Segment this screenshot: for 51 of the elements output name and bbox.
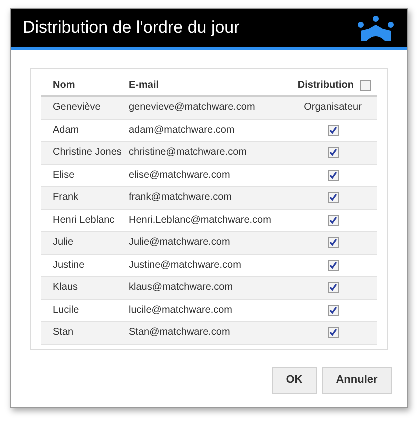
checkbox[interactable] (328, 260, 338, 271)
checkbox[interactable] (328, 304, 338, 316)
checkbox[interactable] (328, 214, 338, 226)
checkbox[interactable] (328, 147, 338, 158)
table-cell-text: Julie (52, 236, 75, 250)
table-cell-text: Klaus (52, 281, 80, 296)
table-cell-text: lucile@matchware.com (129, 304, 234, 318)
table-cell-text: adam@matchware.com (129, 124, 236, 138)
ok-button[interactable]: OK (272, 366, 317, 394)
checkbox[interactable] (328, 124, 338, 136)
table-cell-text: Adam (52, 124, 80, 138)
table-cell-text: Organisateur (304, 101, 362, 116)
table-cell-text: Elise (52, 168, 76, 183)
check-icon (328, 216, 338, 225)
table-cell-text: elise@matchware.com (129, 168, 232, 183)
table-cell-text: Stan@matchware.com (129, 326, 232, 340)
check-icon (328, 328, 338, 338)
checkbox[interactable] (328, 192, 338, 204)
window-title: Distribution de l'ordre du jour (23, 17, 240, 40)
checkbox[interactable] (328, 327, 338, 338)
check-icon (328, 170, 338, 180)
table-cell-text: Henri.Leblanc@matchware.com (129, 214, 272, 228)
table-cell-text: genevieve@matchware.com (129, 101, 256, 116)
check-icon (328, 260, 338, 270)
check-icon (328, 238, 338, 248)
table-cell-text: christine@matchware.com (129, 146, 248, 160)
checkbox[interactable] (328, 170, 338, 181)
column-header: Nom (52, 78, 76, 92)
check-icon (328, 193, 338, 202)
table-cell-text: Henri Leblanc (52, 214, 116, 228)
cancel-button[interactable]: Annuler (322, 366, 392, 394)
table-cell-text: Justine@matchware.com (129, 258, 242, 273)
checkbox[interactable] (328, 282, 338, 294)
table-cell-text: Lucile (52, 304, 80, 318)
table-cell-text: klaus@matchware.com (129, 281, 234, 296)
check-icon (328, 126, 338, 135)
check-icon (328, 283, 338, 292)
column-header: Distribution (298, 78, 354, 92)
table-cell-text: frank@matchware.com (129, 191, 233, 206)
check-icon (328, 306, 338, 315)
table-cell-text: Christine Jones (52, 146, 123, 160)
checkbox[interactable] (328, 237, 338, 248)
logo-icon (357, 15, 395, 41)
table-cell-text: Geneviève (52, 101, 102, 116)
check-icon (328, 148, 338, 158)
checkbox[interactable] (360, 80, 371, 90)
table-cell-text: Julie@matchware.com (129, 236, 232, 250)
column-header: E-mail (129, 78, 160, 92)
table-cell-text: Frank (52, 191, 80, 206)
table-cell-text: Justine (52, 258, 86, 273)
table-cell-text: Stan (52, 326, 75, 340)
